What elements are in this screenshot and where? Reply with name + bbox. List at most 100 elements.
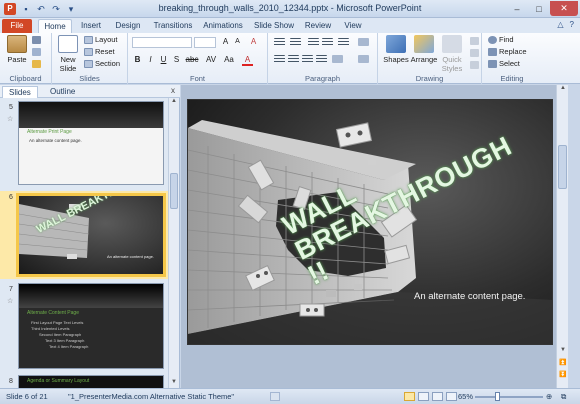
scrollbar-thumb[interactable] (170, 173, 178, 209)
close-button[interactable]: ✕ (550, 1, 578, 16)
reset-icon (84, 47, 93, 56)
tab-view[interactable]: View (340, 19, 366, 33)
arrange-button[interactable]: Arrange (410, 35, 438, 64)
tab-review[interactable]: Review (302, 19, 334, 33)
copy-button[interactable] (32, 48, 41, 56)
help-icon[interactable]: ? (570, 20, 574, 29)
align-text-icon[interactable] (358, 55, 369, 63)
layout-button[interactable]: Layout (84, 35, 118, 44)
layout-label: Layout (95, 35, 118, 44)
slide-show-view-icon[interactable] (446, 392, 457, 401)
font-name-combo[interactable] (132, 37, 192, 48)
fit-slide-icon[interactable]: ⧉ (561, 392, 566, 402)
section-label: Section (95, 59, 121, 68)
reset-button[interactable]: Reset (84, 47, 115, 56)
cut-icon (32, 36, 41, 44)
slide-thumbnail-5[interactable]: 5 ☆ Alternate Print Page An alternate co… (0, 101, 168, 189)
change-case-button[interactable]: Aa (222, 55, 236, 64)
strikethrough-button[interactable]: abc (184, 55, 200, 64)
tab-slide-show[interactable]: Slide Show (252, 19, 296, 33)
previous-slide-icon[interactable]: ⏫ (558, 359, 568, 368)
decrease-indent-icon[interactable] (308, 38, 319, 46)
slide-subtitle[interactable]: An alternate content page. (414, 291, 525, 302)
columns-icon[interactable] (332, 55, 343, 63)
window-controls: – □ ✕ (506, 1, 578, 16)
character-spacing-button[interactable]: AV (204, 55, 218, 64)
align-right-icon[interactable] (302, 55, 313, 63)
underline-button[interactable]: U (158, 55, 169, 64)
slide-thumbnail-6[interactable]: 6 WALL BREAKTHROUGH !! An alternate cont… (0, 191, 168, 279)
slide-thumbnail-8[interactable]: 8 Agenda or Summary Layout (0, 375, 168, 388)
replace-button[interactable]: Replace (488, 47, 527, 56)
zoom-in-icon[interactable]: ⊕ (546, 392, 552, 401)
clear-formatting-button[interactable]: A (248, 37, 259, 46)
align-center-icon[interactable] (288, 55, 299, 63)
new-slide-button[interactable]: New Slide (55, 35, 81, 73)
next-slide-icon[interactable]: ⏬ (558, 371, 568, 380)
minimize-ribbon-icon[interactable]: △ (557, 20, 563, 29)
shape-effects-icon[interactable] (470, 61, 479, 69)
slide-thumbnail-7[interactable]: 7 ☆ Alternate Content Page First Layout … (0, 283, 168, 373)
grow-font-button[interactable]: A (220, 37, 231, 46)
zoom-slider-thumb[interactable] (495, 392, 500, 401)
tab-outline[interactable]: Outline (44, 86, 81, 98)
minimize-button[interactable]: – (506, 1, 528, 16)
justify-icon[interactable] (316, 55, 327, 63)
scrollbar-thumb[interactable] (558, 145, 567, 189)
increase-indent-icon[interactable] (322, 38, 333, 46)
bullets-icon[interactable] (274, 38, 285, 46)
shape-outline-icon[interactable] (470, 49, 479, 57)
numbering-icon[interactable] (290, 38, 301, 46)
pane-scrollbar[interactable]: ▲ ▼ (168, 98, 179, 388)
maximize-button[interactable]: □ (528, 1, 550, 16)
copy-icon (32, 48, 41, 56)
shape-fill-icon[interactable] (470, 37, 479, 45)
line-spacing-icon[interactable] (338, 38, 349, 46)
tab-home[interactable]: Home (38, 19, 72, 33)
zoom-level[interactable]: 65% (458, 392, 473, 401)
find-button[interactable]: Find (488, 35, 514, 44)
font-size-combo[interactable] (194, 37, 216, 48)
bold-button[interactable]: B (132, 55, 143, 64)
tab-insert[interactable]: Insert (76, 19, 106, 33)
slide-scrollbar[interactable]: ▲ ▼ ⏫ ⏬ (556, 85, 568, 388)
scroll-down-arrow-icon[interactable]: ▼ (558, 347, 568, 356)
shadow-button[interactable]: S (171, 55, 182, 64)
current-slide[interactable]: WALL BREAKTHROUGH !! An alternate conten… (187, 99, 553, 345)
tab-transitions[interactable]: Transitions (150, 19, 196, 33)
tab-file[interactable]: File (2, 19, 32, 33)
format-painter-icon (32, 60, 41, 68)
slide-sorter-view-icon[interactable] (418, 392, 429, 401)
format-painter-button[interactable] (32, 60, 41, 68)
italic-button[interactable]: I (145, 55, 156, 64)
pane-close-icon[interactable]: x (171, 86, 175, 95)
paste-label: Paste (7, 55, 27, 64)
slide-number: 7 (9, 286, 13, 293)
theme-name: "1_PresenterMedia.com Alternative Static… (68, 392, 235, 401)
normal-view-icon[interactable] (404, 392, 415, 401)
section-button[interactable]: Section (84, 59, 120, 68)
tab-slides[interactable]: Slides (2, 86, 38, 98)
text-direction-icon[interactable] (358, 38, 369, 46)
tab-animations[interactable]: Animations (200, 19, 246, 33)
slide-number: 8 (9, 378, 13, 385)
shapes-button[interactable]: Shapes (382, 35, 410, 64)
font-color-button[interactable]: A (242, 55, 253, 66)
cut-button[interactable] (32, 36, 41, 44)
drawing-group-label: Drawing (415, 74, 444, 83)
scroll-up-arrow-icon[interactable]: ▲ (169, 98, 179, 107)
tab-design[interactable]: Design (112, 19, 144, 33)
quick-styles-button[interactable]: Quick Styles (438, 35, 466, 73)
scroll-up-arrow-icon[interactable]: ▲ (558, 85, 568, 94)
thumb-header-text: Alternate Print Page (27, 129, 72, 135)
reading-view-icon[interactable] (432, 392, 443, 401)
scroll-down-arrow-icon[interactable]: ▼ (169, 379, 179, 388)
spelling-check-icon[interactable] (270, 392, 280, 401)
shrink-font-button[interactable]: A (232, 38, 243, 45)
align-left-icon[interactable] (274, 55, 285, 63)
select-button[interactable]: Select (488, 59, 520, 68)
paste-button[interactable]: Paste (4, 35, 30, 64)
section-icon (84, 59, 93, 68)
zoom-slider[interactable] (475, 392, 543, 401)
clipboard-group: Paste Clipboard (0, 33, 52, 84)
